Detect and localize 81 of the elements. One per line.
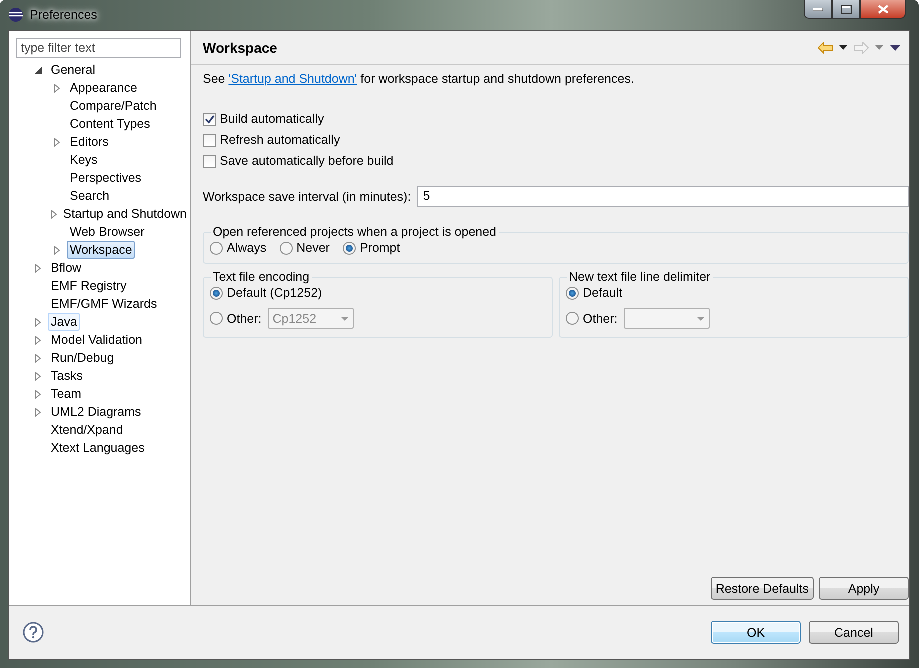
collapsed-triangle-icon[interactable] — [35, 390, 41, 398]
radio-label[interactable]: Other: — [583, 312, 618, 326]
page-title: Workspace — [203, 40, 278, 56]
filter-field[interactable]: type filter text — [16, 38, 181, 58]
restore-defaults-button[interactable]: Restore Defaults — [710, 577, 814, 600]
expanded-triangle-icon[interactable] — [34, 66, 42, 74]
collapsed-triangle-icon[interactable] — [35, 408, 41, 416]
dropdown-arrow-icon — [696, 316, 705, 320]
maximize-icon — [840, 4, 852, 14]
tree-item[interactable]: Startup and Shutdown — [60, 205, 190, 223]
field-label: Workspace save interval (in minutes): — [203, 190, 412, 204]
collapsed-triangle-icon[interactable] — [35, 336, 41, 344]
collapsed-triangle-icon[interactable] — [35, 354, 41, 362]
checkbox[interactable] — [203, 154, 216, 168]
radio-label[interactable]: Default (Cp1252) — [227, 286, 322, 300]
close-icon — [878, 4, 888, 14]
dropdown-arrow-icon — [340, 316, 349, 320]
tree-item[interactable]: Compare/Patch — [67, 97, 160, 115]
collapsed-triangle-icon[interactable] — [54, 84, 60, 92]
collapsed-triangle-icon[interactable] — [35, 264, 41, 272]
tree-item[interactable]: UML2 Diagrams — [48, 403, 144, 421]
tree-item[interactable]: General — [48, 61, 98, 79]
tree-item[interactable]: Editors — [67, 133, 112, 151]
radio-label[interactable]: Never — [296, 241, 330, 255]
tree-item[interactable]: EMF/GMF Wizards — [48, 295, 160, 313]
radio-button[interactable] — [566, 286, 579, 300]
tree-item[interactable]: Keys — [67, 151, 101, 169]
tree-item[interactable]: Content Types — [67, 115, 154, 133]
group-title: Text file encoding — [212, 270, 311, 284]
ok-button[interactable]: OK — [711, 621, 801, 644]
cancel-button[interactable]: Cancel — [809, 621, 899, 644]
minimize-icon — [813, 8, 823, 10]
checkbox[interactable] — [203, 112, 216, 126]
tree-item[interactable]: Search — [67, 187, 113, 205]
tree-item[interactable]: Java — [48, 313, 80, 331]
collapsed-triangle-icon[interactable] — [35, 372, 41, 380]
checkbox-label[interactable]: Build automatically — [220, 112, 324, 126]
back-arrow-icon[interactable] — [818, 42, 833, 54]
collapsed-triangle-icon[interactable] — [35, 318, 41, 326]
tree-item[interactable]: Model Validation — [48, 331, 146, 349]
interval-field[interactable]: 5 — [417, 186, 909, 207]
tree-item[interactable]: Xtend/Xpand — [48, 421, 126, 439]
radio-button[interactable] — [342, 242, 356, 254]
intro-text: See 'Startup and Shutdown' for workspace startup and shutdown preferences. — [203, 72, 636, 86]
radio-button[interactable] — [566, 312, 579, 325]
tree-item[interactable]: Bflow — [48, 259, 85, 277]
startup-link[interactable]: 'Startup and Shutdown' — [228, 72, 358, 86]
group-title: Open referenced projects when a project is opened — [212, 225, 498, 239]
collapsed-triangle-icon[interactable] — [50, 210, 57, 218]
checkbox[interactable] — [203, 134, 216, 146]
dropdown-arrow-icon[interactable] — [839, 45, 848, 50]
collapsed-triangle-icon[interactable] — [54, 138, 60, 146]
app-globe-icon — [8, 7, 24, 23]
tree-item[interactable]: Workspace — [67, 241, 136, 259]
checkbox-label[interactable]: Save automatically before build — [220, 154, 394, 168]
checkbox-label[interactable]: Refresh automatically — [220, 133, 340, 147]
radio-label[interactable]: Prompt — [360, 241, 400, 255]
tree-item[interactable]: Xtext Languages — [48, 439, 148, 457]
minimize-button[interactable] — [804, 0, 832, 19]
radio-label[interactable]: Other: — [227, 312, 262, 326]
tree-item[interactable]: Tasks — [48, 367, 86, 385]
radio-label[interactable]: Default — [583, 286, 623, 300]
radio-label[interactable]: Always — [227, 241, 267, 255]
collapsed-triangle-icon[interactable] — [54, 246, 60, 254]
apply-button[interactable]: Apply — [819, 577, 909, 600]
maximize-button[interactable] — [832, 0, 860, 19]
tree-item[interactable]: Appearance — [67, 79, 140, 97]
group-title: New text file line delimiter — [568, 270, 712, 284]
tree-item[interactable]: Perspectives — [67, 169, 145, 187]
view-menu-icon[interactable] — [890, 44, 901, 50]
tree-item[interactable]: Web Browser — [67, 223, 148, 241]
radio-button[interactable] — [210, 312, 223, 325]
tree-item[interactable]: Run/Debug — [48, 349, 118, 367]
help-icon[interactable] — [23, 622, 44, 643]
tree-item[interactable]: EMF Registry — [48, 277, 130, 295]
close-button[interactable] — [860, 0, 906, 19]
tree-item[interactable]: Team — [48, 385, 85, 403]
radio-button[interactable] — [280, 242, 293, 254]
window-title: Preferences — [30, 8, 98, 22]
radio-button[interactable] — [210, 286, 223, 300]
radio-button[interactable] — [210, 242, 223, 254]
